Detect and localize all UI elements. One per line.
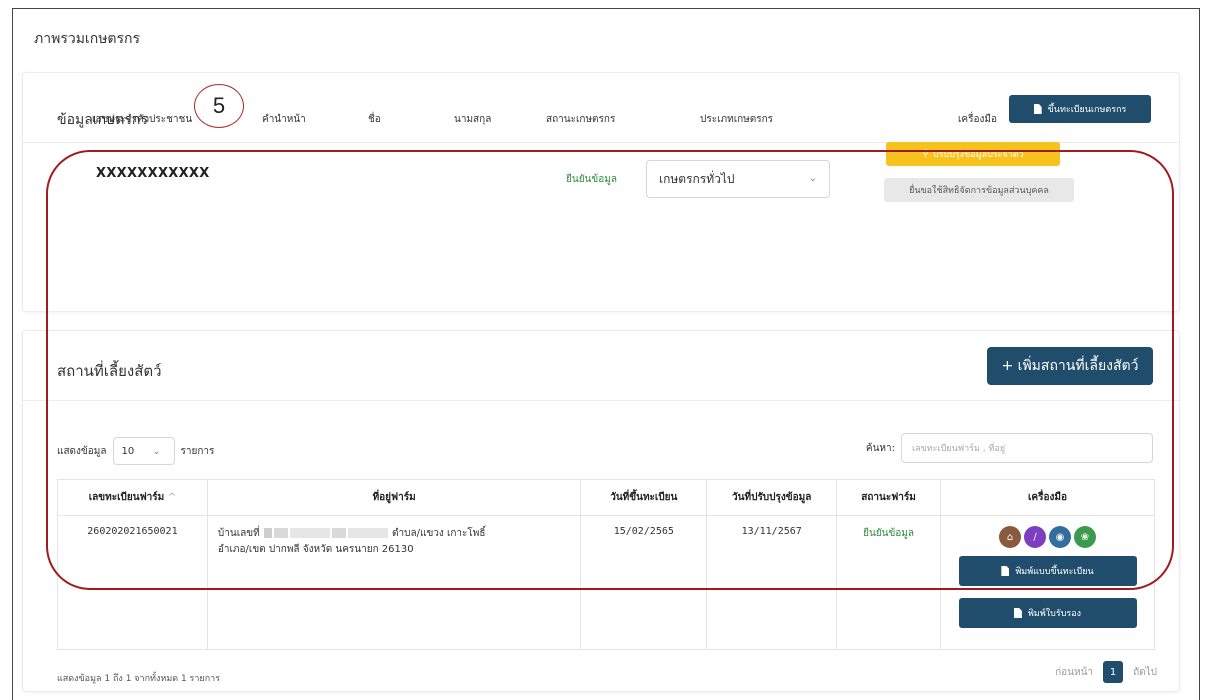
address-cell: บ้านเลขที่ ตำบล/แขวง เกาะโพธิ์ อำเภอ/เขต…	[206, 515, 582, 650]
farmer-type-value: เกษตรกรทั่วไป	[659, 171, 735, 186]
document-icon	[1001, 566, 1010, 576]
header-first-name: ชื่อ	[368, 114, 381, 125]
header-tools: เครื่องมือ	[958, 114, 997, 125]
registered-date-cell: 15/02/2565	[580, 515, 708, 650]
updated-date-cell: 13/11/2567	[706, 515, 838, 650]
farmer-status-value: ยืนยันข้อมูล	[566, 174, 617, 185]
sort-asc-icon: ^	[167, 492, 177, 503]
print-certificate-button[interactable]: พิมพ์ใบรับรอง	[958, 598, 1137, 628]
redacted-block	[263, 528, 272, 538]
update-profile-button[interactable]: ⚲ ปรับปรุงข้อมูลประจำตัว	[886, 142, 1060, 166]
address-line2: อำเภอ/เขต ปากพลี จังหวัด นครนายก 26130	[217, 544, 414, 555]
header-last-name: นามสกุล	[454, 114, 492, 125]
tool-icons-group: ⌂ ∕ ◉ ❀	[941, 526, 1154, 548]
livestock-card: สถานที่เลี้ยงสัตว์ + เพิ่มสถานที่เลี้ยงส…	[22, 330, 1180, 692]
print-registration-button[interactable]: พิมพ์แบบขึ้นทะเบียน	[958, 556, 1137, 586]
page-title: ภาพรวมเกษตรกร	[34, 31, 141, 47]
col-tools: เครื่องมือ	[940, 479, 1155, 516]
col-registered[interactable]: วันที่ขึ้นทะเบียน	[580, 479, 708, 516]
next-page-button[interactable]: ถัดไป	[1133, 665, 1157, 680]
table-header-row: เลขทะเบียนฟาร์ม ^ ที่อยู่ฟาร์ม วันที่ขึ้…	[57, 479, 1155, 516]
show-suffix: รายการ	[180, 445, 215, 457]
show-label: แสดงข้อมูล	[57, 445, 107, 457]
data-rights-label: ยื่นขอใช้สิทธิจัดการข้อมูลส่วนบุคคล	[909, 186, 1049, 196]
pagination: ก่อนหน้า 1 ถัดไป	[1055, 661, 1157, 683]
livestock-section-title: สถานที่เลี้ยงสัตว์	[57, 362, 162, 380]
add-livestock-location-button[interactable]: + เพิ่มสถานที่เลี้ยงสัตว์	[987, 347, 1153, 385]
print-registration-label: พิมพ์แบบขึ้นทะเบียน	[1015, 567, 1094, 577]
header-status: สถานะเกษตรกร	[546, 114, 616, 125]
page-length-control: แสดงข้อมูล 10 ⌄ รายการ	[57, 437, 214, 465]
print-certificate-label: พิมพ์ใบรับรอง	[1027, 609, 1082, 619]
plant-icon[interactable]: ❀	[1074, 526, 1096, 548]
header-id: เลขประจำตัวประชาชน	[92, 114, 193, 125]
redacted-block	[289, 528, 330, 538]
chevron-down-icon: ⌄	[808, 173, 817, 184]
chevron-down-icon: ⌄	[152, 445, 161, 457]
search-input[interactable]: เลขทะเบียนฟาร์ม , ที่อยู่	[901, 433, 1153, 463]
page-length-select[interactable]: 10 ⌄	[112, 437, 175, 465]
col-address[interactable]: ที่อยู่ฟาร์ม	[206, 479, 582, 516]
tools-cell: ⌂ ∕ ◉ ❀ พิมพ์แบบขึ้นทะเบียน พิมพ์ใบรับรอ…	[940, 515, 1155, 650]
user-edit-icon: ⚲	[922, 149, 929, 159]
farmer-type-select[interactable]: เกษตรกรทั่วไป ⌄	[646, 160, 830, 198]
add-livestock-label: + เพิ่มสถานที่เลี้ยงสัตว์	[1001, 358, 1139, 374]
redacted-block	[331, 528, 346, 538]
redacted-block	[273, 528, 288, 538]
farmer-id-value: XXXXXXXXXXX	[96, 166, 210, 181]
data-rights-button[interactable]: ยื่นขอใช้สิทธิจัดการข้อมูลส่วนบุคคล	[884, 178, 1074, 202]
col-status[interactable]: สถานะฟาร์ม	[836, 479, 941, 516]
address-subdistrict: ตำบล/แขวง เกาะโพธิ์	[392, 528, 486, 539]
document-icon	[1033, 104, 1042, 114]
search-control: ค้นหา: เลขทะเบียนฟาร์ม , ที่อยู่	[866, 433, 1153, 463]
address-prefix: บ้านเลขที่	[217, 528, 260, 539]
header-prefix: คำนำหน้า	[262, 114, 306, 125]
table-info: แสดงข้อมูล 1 ถึง 1 จากทั้งหมด 1 รายการ	[57, 674, 221, 684]
header-type: ประเภทเกษตรกร	[700, 114, 774, 125]
prev-page-button[interactable]: ก่อนหน้า	[1055, 665, 1093, 680]
farm-table: เลขทะเบียนฟาร์ม ^ ที่อยู่ฟาร์ม วันที่ขึ้…	[57, 479, 1155, 650]
redacted-block	[347, 528, 388, 538]
col-farm-id[interactable]: เลขทะเบียนฟาร์ม ^	[57, 479, 208, 516]
page-length-value: 10	[121, 445, 135, 457]
register-farmer-button[interactable]: ขึ้นทะเบียนเกษตรกร	[1009, 95, 1151, 123]
update-profile-label: ปรับปรุงข้อมูลประจำตัว	[932, 150, 1024, 160]
col-updated[interactable]: วันที่ปรับปรุงข้อมูล	[706, 479, 838, 516]
livestock-card-header: สถานที่เลี้ยงสัตว์ + เพิ่มสถานที่เลี้ยงส…	[23, 331, 1179, 401]
search-label: ค้นหา:	[865, 442, 895, 454]
animal-icon[interactable]: ◉	[1049, 526, 1071, 548]
register-farmer-label: ขึ้นทะเบียนเกษตรกร	[1047, 105, 1127, 115]
table-row: 260202021650021 บ้านเลขที่ ตำบล/แขวง เกา…	[57, 515, 1155, 650]
annotation-number: 5	[194, 84, 244, 128]
farm-status-cell: ยืนยันข้อมูล	[836, 515, 941, 650]
page-1-button[interactable]: 1	[1103, 661, 1124, 683]
document-icon	[1013, 608, 1022, 618]
syringe-icon[interactable]: ∕	[1024, 526, 1046, 548]
farm-house-icon[interactable]: ⌂	[999, 526, 1021, 548]
farm-id-cell: 260202021650021	[57, 515, 208, 650]
